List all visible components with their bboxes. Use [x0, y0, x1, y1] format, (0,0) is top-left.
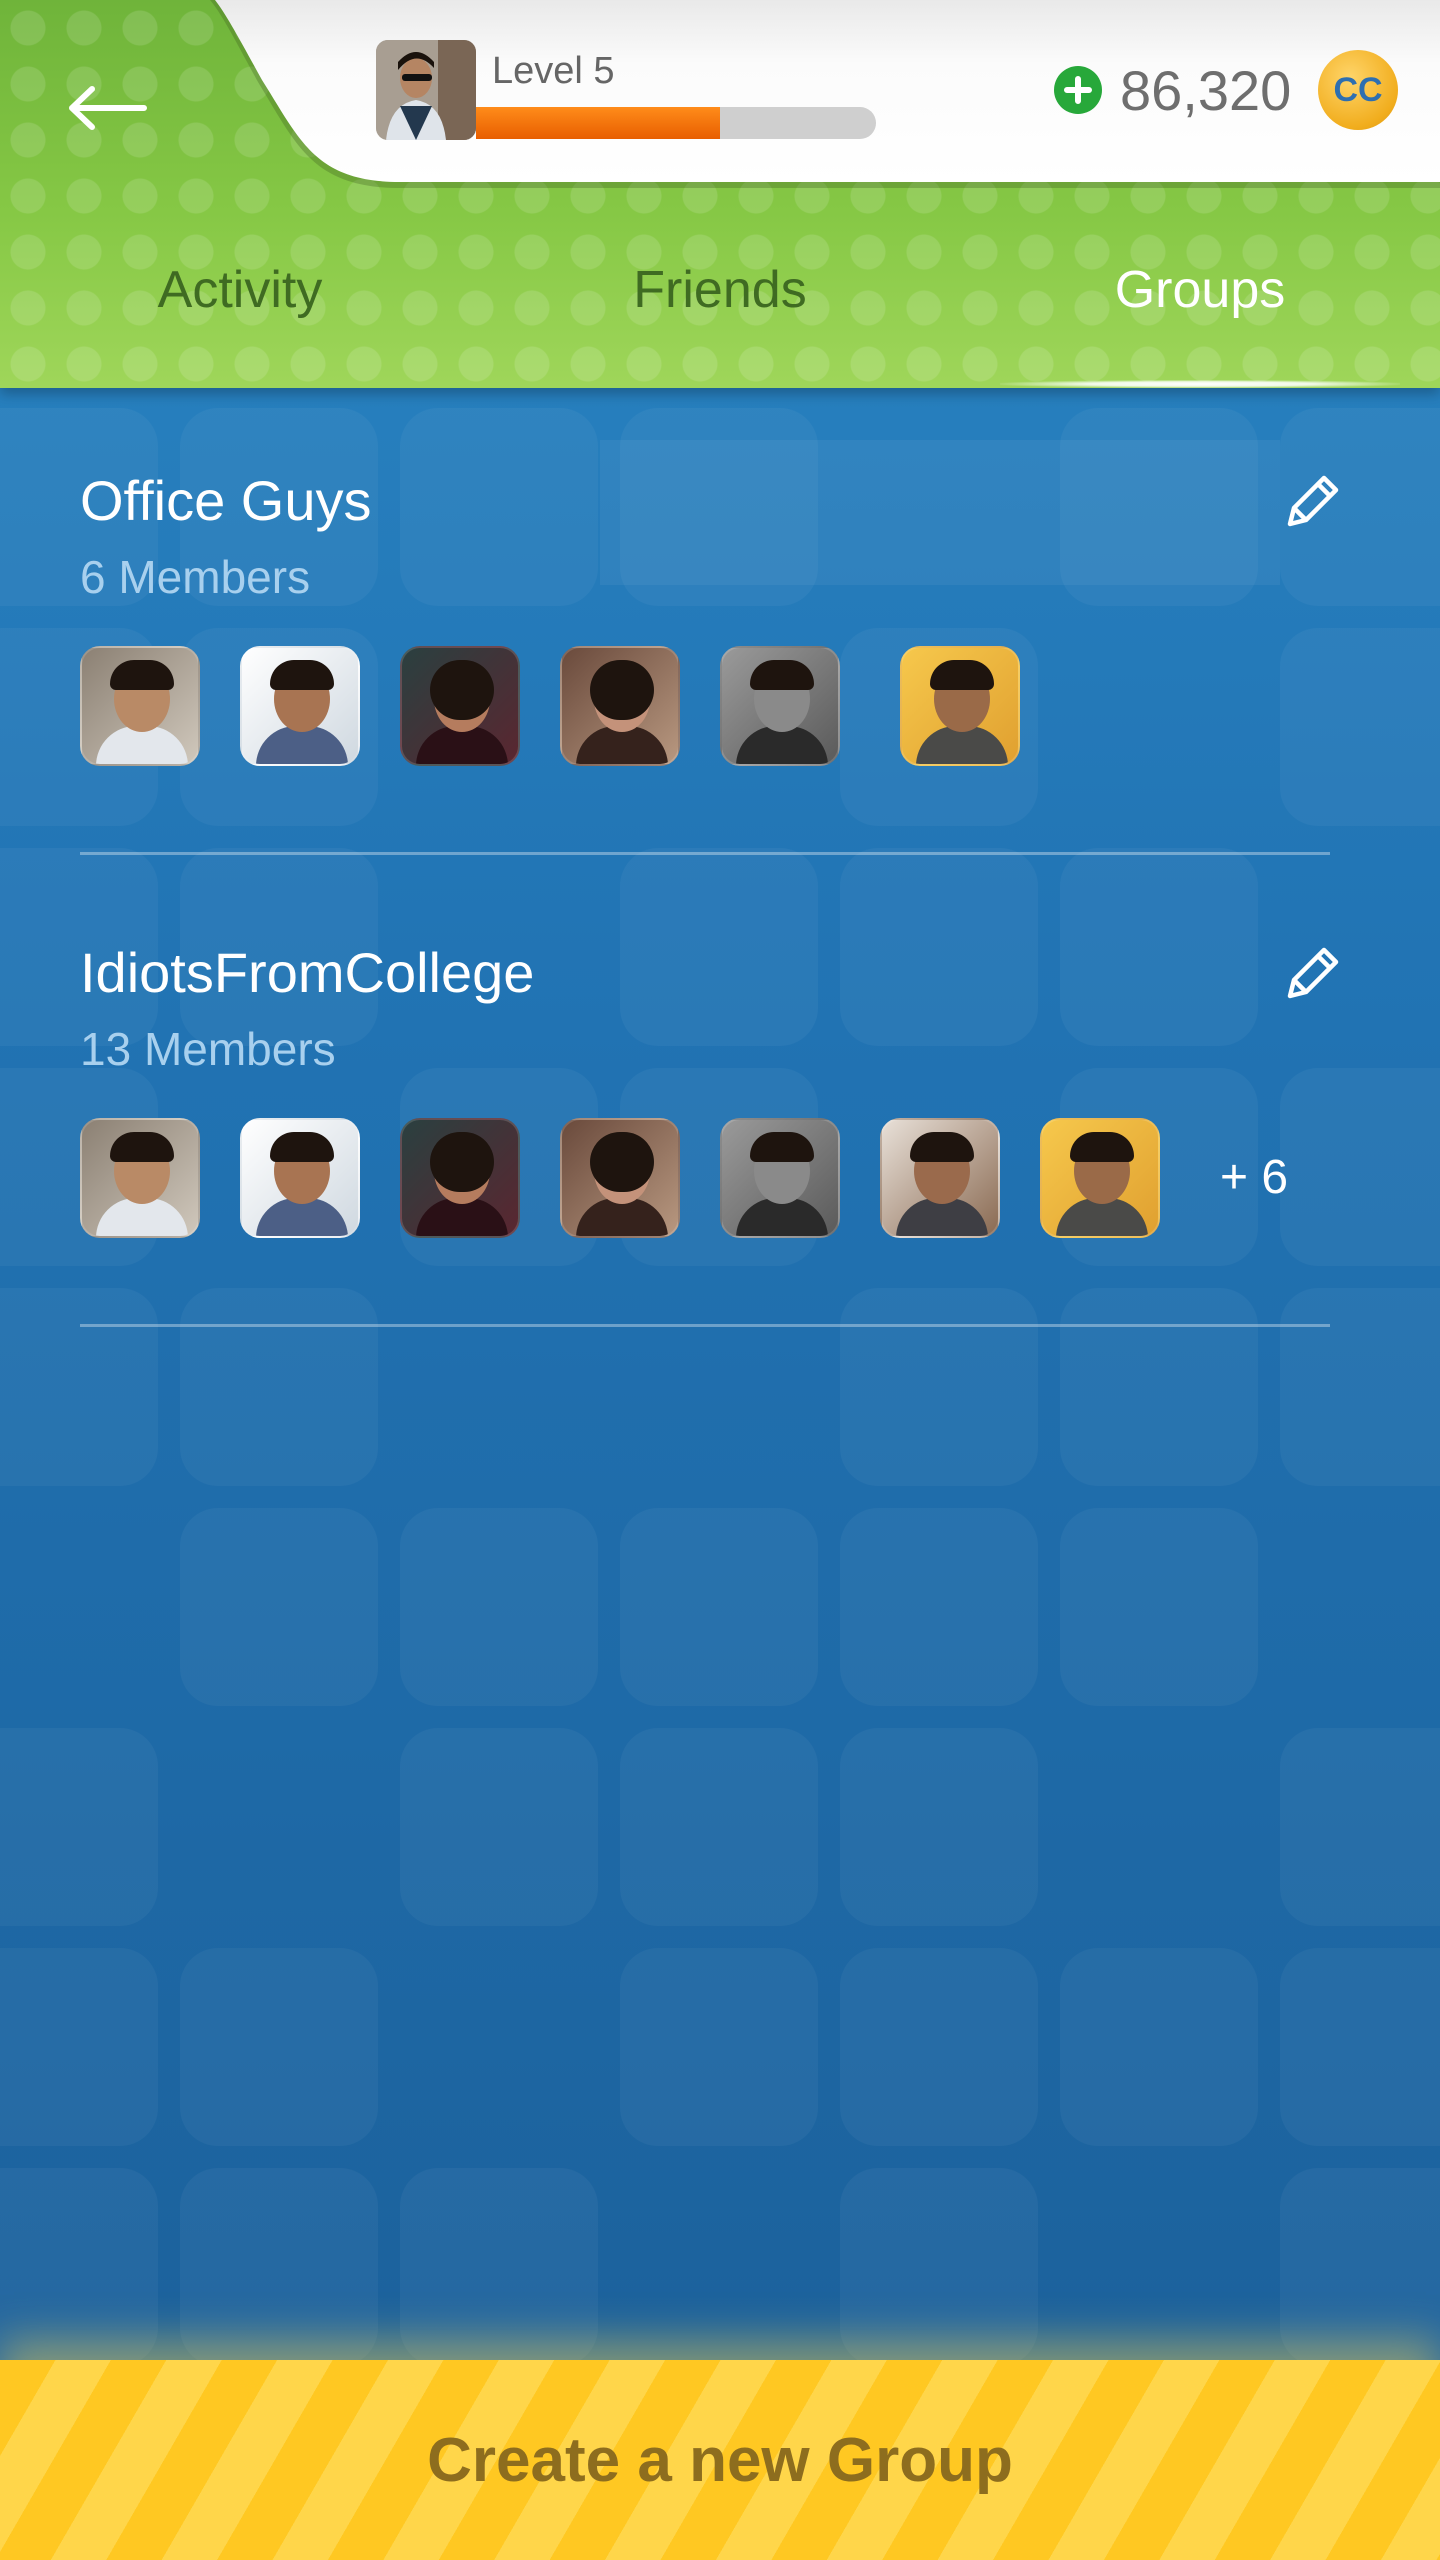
- user-avatar[interactable]: [376, 40, 476, 140]
- group-divider: [80, 852, 1330, 855]
- user-avatar-image: [376, 40, 476, 140]
- member-avatar[interactable]: [900, 646, 1020, 766]
- member-avatar[interactable]: [720, 646, 840, 766]
- member-avatar[interactable]: [240, 1118, 360, 1238]
- more-members-count[interactable]: + 6: [1220, 1150, 1288, 1205]
- level-progress-bar: [476, 107, 876, 139]
- edit-pencil-icon[interactable]: [1276, 468, 1346, 538]
- faded-background-strip: [600, 440, 1280, 585]
- coin-balance: 86,320: [1120, 59, 1292, 122]
- level-label: Level 5: [492, 50, 615, 92]
- level-progress-fill: [476, 107, 720, 139]
- member-avatar[interactable]: [1040, 1118, 1160, 1238]
- member-avatar[interactable]: [400, 646, 520, 766]
- group-divider: [80, 1324, 1330, 1327]
- member-avatar[interactable]: [80, 646, 200, 766]
- plus-circle-icon[interactable]: [1054, 66, 1102, 114]
- edit-pencil-icon[interactable]: [1276, 940, 1346, 1010]
- member-avatar[interactable]: [80, 1118, 200, 1238]
- header: Level 5 86,320 CC Activity Friends Group…: [0, 0, 1440, 388]
- member-avatar[interactable]: [560, 646, 680, 766]
- back-arrow-icon: [69, 86, 147, 130]
- create-group-label: Create a new Group: [427, 2425, 1013, 2495]
- group-member-count: 13 Members: [80, 1023, 336, 1075]
- tab-groups[interactable]: Groups: [960, 250, 1440, 330]
- tab-activity[interactable]: Activity: [0, 250, 480, 330]
- create-group-button[interactable]: Create a new Group: [0, 2360, 1440, 2560]
- group-name: IdiotsFromCollege: [80, 941, 535, 1004]
- member-avatar[interactable]: [880, 1118, 1000, 1238]
- member-avatar[interactable]: [720, 1118, 840, 1238]
- back-button[interactable]: [62, 70, 154, 146]
- group-name: Office Guys: [80, 469, 372, 532]
- group-member-count: 6 Members: [80, 551, 311, 603]
- active-tab-indicator: [1000, 380, 1400, 388]
- member-avatar[interactable]: [240, 646, 360, 766]
- member-avatar[interactable]: [400, 1118, 520, 1238]
- groups-screen: Level 5 86,320 CC Activity Friends Group…: [0, 0, 1440, 2560]
- tab-friends[interactable]: Friends: [480, 250, 960, 330]
- member-avatar[interactable]: [560, 1118, 680, 1238]
- coin-icon: CC: [1318, 50, 1398, 130]
